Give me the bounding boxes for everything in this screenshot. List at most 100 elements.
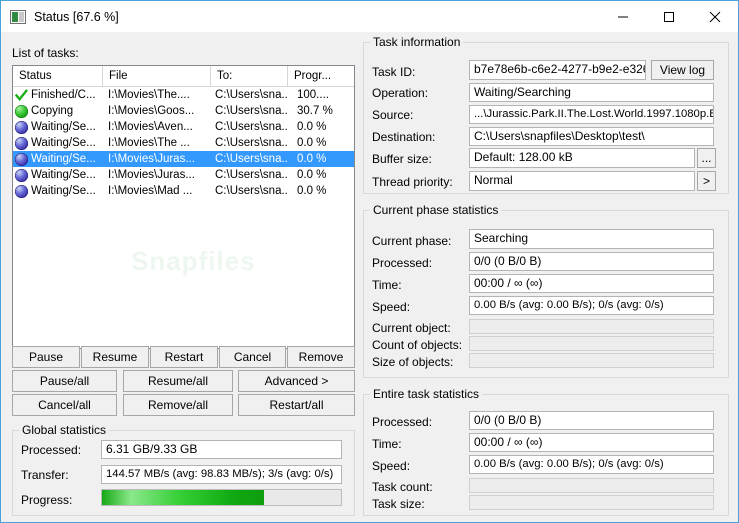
task-status-cell: Waiting/Se...	[13, 167, 103, 183]
task-list[interactable]: Status File To: Progr... Finished/C... I:…	[12, 65, 355, 349]
global-progress-bar	[101, 489, 342, 506]
table-row[interactable]: Waiting/Se... I:\Movies\Aven... C:\Users\s…	[13, 119, 354, 135]
remove-button[interactable]: Remove	[287, 346, 355, 368]
phase-processed-value[interactable]: 0/0 (0 B/0 B)	[469, 252, 714, 271]
cancel-button[interactable]: Cancel	[219, 346, 286, 368]
blue-sphere-icon	[15, 120, 28, 134]
task-status-text: Waiting/Se...	[31, 169, 96, 181]
task-status-text: Copying	[31, 105, 74, 117]
task-to-cell: C:\Users\sna...	[215, 137, 288, 149]
current-object-label: Current object:	[372, 321, 451, 335]
entire-speed-label: Speed:	[372, 459, 411, 473]
task-file-cell: I:\Movies\Juras...	[108, 169, 195, 181]
global-progress-label: Progress:	[21, 493, 73, 507]
current-phase-statistics-title: Current phase statistics	[370, 203, 502, 217]
task-list-body: Finished/C... I:\Movies\The.... C:\Users\s…	[13, 87, 354, 199]
task-to-cell: C:\Users\sna...	[215, 121, 288, 133]
task-status-cell: Waiting/Se...	[13, 183, 103, 199]
entire-speed-value[interactable]: 0.00 B/s (avg: 0.00 B/s); 0/s (avg: 0/s)	[469, 455, 714, 474]
task-to-cell: C:\Users\sna...	[215, 105, 288, 117]
table-row[interactable]: Waiting/Se... I:\Movies\The ... C:\Users\s…	[13, 135, 354, 151]
source-value[interactable]: ...\Jurassic.Park.II.The.Lost.World.1997…	[469, 105, 714, 124]
phase-speed-label: Speed:	[372, 300, 411, 314]
count-of-objects-value	[469, 336, 714, 351]
pause-all-button[interactable]: Pause/all	[12, 370, 117, 392]
remove-all-button[interactable]: Remove/all	[123, 394, 233, 416]
global-statistics-title: Global statistics	[19, 423, 110, 437]
buffer-size-browse-button[interactable]: ...	[697, 148, 716, 168]
thread-priority-value[interactable]: Normal	[469, 171, 695, 191]
global-processed-value: 6.31 GB/9.33 GB	[101, 440, 342, 459]
task-file-cell: I:\Movies\Mad ...	[108, 185, 193, 197]
task-list-header: Status File To: Progr...	[13, 66, 354, 87]
phase-processed-label: Processed:	[372, 256, 433, 270]
cancel-all-button[interactable]: Cancel/all	[12, 394, 117, 416]
global-transfer-label: Transfer:	[21, 468, 69, 482]
blue-sphere-icon	[15, 136, 28, 150]
task-size-value	[469, 495, 714, 510]
task-to-cell: C:\Users\sna...	[215, 153, 288, 165]
task-status-text: Waiting/Se...	[31, 137, 96, 149]
entire-time-value[interactable]: 00:00 / ∞ (∞)	[469, 433, 714, 452]
task-status-text: Waiting/Se...	[31, 121, 96, 133]
task-progress-cell: 100....	[297, 89, 329, 101]
table-row[interactable]: Waiting/Se... I:\Movies\Juras... C:\Users\…	[13, 167, 354, 183]
task-progress-cell: 0.0 %	[297, 185, 327, 197]
column-header-file[interactable]: File	[103, 66, 211, 86]
task-file-cell: I:\Movies\The ...	[108, 137, 190, 149]
task-to-cell: C:\Users\sna...	[215, 89, 288, 101]
count-of-objects-label: Count of objects:	[372, 338, 463, 352]
phase-time-label: Time:	[372, 278, 402, 292]
green-sphere-icon	[15, 104, 28, 118]
column-header-status[interactable]: Status	[13, 66, 103, 86]
minimize-icon[interactable]	[600, 1, 646, 32]
window-title: Status [67.6 %]	[34, 9, 119, 24]
entire-time-label: Time:	[372, 437, 402, 451]
task-progress-cell: 0.0 %	[297, 153, 327, 165]
advanced-button[interactable]: Advanced >	[238, 370, 355, 392]
watermark: Snapfiles	[131, 246, 256, 276]
table-row[interactable]: Waiting/Se... I:\Movies\Mad ... C:\Users\s…	[13, 183, 354, 199]
restart-button[interactable]: Restart	[150, 346, 218, 368]
destination-value[interactable]: C:\Users\snapfiles\Desktop\test\	[469, 127, 714, 146]
table-row[interactable]: Waiting/Se... I:\Movies\Juras... C:\Users\…	[13, 151, 354, 167]
column-header-progress[interactable]: Progr...	[288, 66, 354, 86]
thread-priority-button[interactable]: >	[697, 171, 716, 191]
green-check-icon	[14, 88, 28, 102]
blue-sphere-icon	[15, 168, 28, 182]
close-icon[interactable]	[692, 1, 738, 32]
size-of-objects-label: Size of objects:	[372, 355, 454, 369]
resume-button[interactable]: Resume	[81, 346, 149, 368]
task-status-cell: Finished/C...	[13, 87, 103, 103]
entire-processed-value[interactable]: 0/0 (0 B/0 B)	[469, 411, 714, 430]
source-label: Source:	[372, 108, 414, 122]
maximize-icon[interactable]	[646, 1, 692, 32]
entire-task-statistics-title: Entire task statistics	[370, 387, 483, 401]
table-row[interactable]: Finished/C... I:\Movies\The.... C:\Users\s…	[13, 87, 354, 103]
phase-speed-value[interactable]: 0.00 B/s (avg: 0.00 B/s); 0/s (avg: 0/s)	[469, 296, 714, 315]
task-progress-cell: 0.0 %	[297, 137, 327, 149]
task-size-label: Task size:	[372, 497, 425, 511]
task-id-value[interactable]: b7e78e6b-c6e2-4277-b9e2-e3268c	[469, 60, 646, 80]
restart-all-button[interactable]: Restart/all	[238, 394, 355, 416]
buffer-size-value[interactable]: Default: 128.00 kB	[469, 148, 695, 168]
table-row[interactable]: Copying I:\Movies\Goos... C:\Users\sna... 3…	[13, 103, 354, 119]
operation-value[interactable]: Waiting/Searching	[469, 83, 714, 102]
view-log-button[interactable]: View log	[651, 60, 714, 80]
resume-all-button[interactable]: Resume/all	[123, 370, 233, 392]
column-header-to[interactable]: To:	[211, 66, 288, 86]
task-status-text: Waiting/Se...	[31, 185, 96, 197]
task-file-cell: I:\Movies\The....	[108, 89, 190, 101]
client-area: List of tasks: Status File To: Progr... …	[1, 32, 738, 522]
task-to-cell: C:\Users\sna...	[215, 169, 288, 181]
destination-label: Destination:	[372, 130, 436, 144]
entire-processed-label: Processed:	[372, 415, 433, 429]
global-transfer-value: 144.57 MB/s (avg: 98.83 MB/s); 3/s (avg:…	[101, 465, 342, 484]
pause-button[interactable]: Pause	[12, 346, 80, 368]
phase-time-value[interactable]: 00:00 / ∞ (∞)	[469, 274, 714, 293]
buffer-size-label: Buffer size:	[372, 152, 432, 166]
blue-sphere-icon	[15, 152, 28, 166]
current-object-value	[469, 319, 714, 334]
task-information-title: Task information	[370, 35, 464, 49]
current-phase-value[interactable]: Searching	[469, 229, 714, 249]
